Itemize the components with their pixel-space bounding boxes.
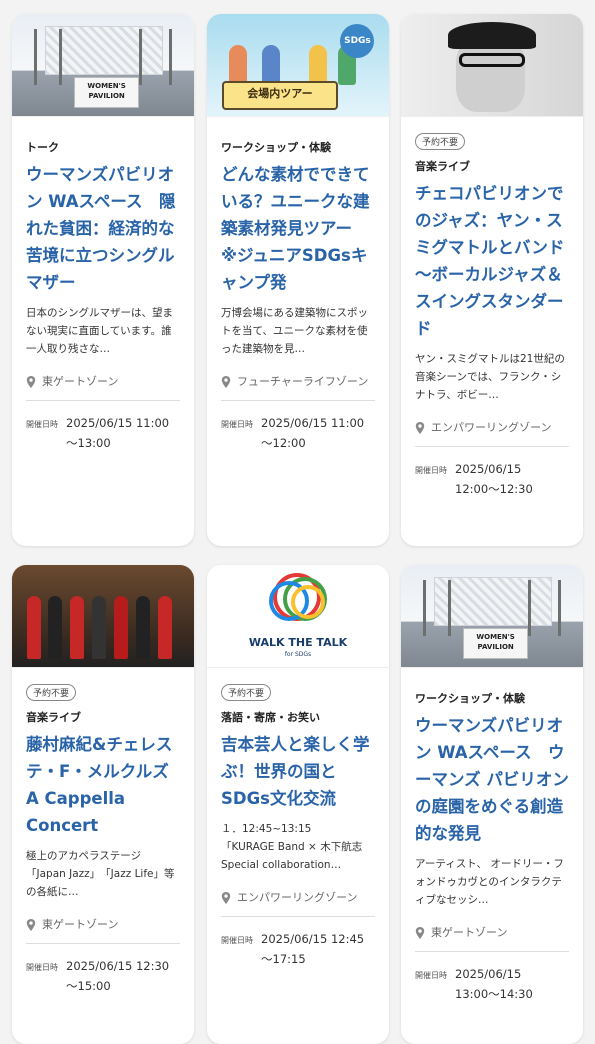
- location-pin-icon: [415, 422, 425, 434]
- datetime-label: 開催日時: [221, 936, 253, 945]
- event-card[interactable]: SDGs 会場内ツアー ワークショップ・体験 どんな素材でできている？ユニークな…: [207, 14, 389, 546]
- event-datetime: 開催日時 2025/06/15 12:45 ～17:15: [221, 917, 375, 969]
- event-location: フューチャーライフゾーン: [221, 372, 375, 401]
- event-thumbnail[interactable]: [401, 14, 583, 117]
- location-pin-icon: [26, 919, 36, 931]
- event-location: 東ゲートゾーン: [26, 372, 180, 401]
- event-thumbnail[interactable]: SDGs 会場内ツアー: [207, 14, 389, 117]
- thumb-banner: 会場内ツアー: [221, 81, 339, 110]
- event-description: ヤン・スミグマトルは21世紀の音楽シーンでは、フランク・シナトラ、ボビー…: [415, 353, 565, 401]
- location-pin-icon: [221, 892, 231, 904]
- event-title[interactable]: ウーマンズパビリオン WAスペース ウーマンズ パビリオンの庭園をめぐる創造的な…: [415, 712, 569, 847]
- event-thumbnail[interactable]: WALK THE TALK for SDGs: [207, 565, 389, 668]
- event-category: トーク: [26, 141, 59, 154]
- event-card[interactable]: WOMEN'S PAVILION ワークショップ・体験 ウーマンズパビリオン W…: [401, 565, 583, 1044]
- datetime-value: 2025/06/15 12:45 ～17:15: [261, 932, 365, 966]
- event-location: エンパワーリングゾーン: [221, 888, 375, 917]
- datetime-label: 開催日時: [221, 420, 253, 429]
- no-reservation-badge: 予約不要: [415, 133, 466, 150]
- datetime-label: 開催日時: [26, 963, 58, 972]
- event-datetime: 開催日時 2025/06/15 13:00～14:30: [415, 952, 569, 1004]
- datetime-value: 2025/06/15 12:00～12:30: [455, 462, 533, 496]
- event-location: 東ゲートゾーン: [26, 915, 180, 944]
- event-category: ワークショップ・体験: [221, 141, 331, 154]
- datetime-value: 2025/06/15 11:00 ～13:00: [66, 416, 170, 450]
- datetime-value: 2025/06/15 12:30 ～15:00: [66, 959, 170, 993]
- location-pin-icon: [415, 927, 425, 939]
- no-reservation-badge: 予約不要: [221, 684, 272, 701]
- pavilion-sign: WOMEN'S PAVILION: [462, 628, 529, 659]
- location-label: 東ゲートゾーン: [42, 918, 119, 931]
- datetime-label: 開催日時: [415, 466, 447, 475]
- no-reservation-badge: 予約不要: [26, 684, 77, 701]
- event-card[interactable]: 予約不要 音楽ライブ チェコパビリオンでのジャズ：ヤン・スミグマトルとバンド～ボ…: [401, 14, 583, 546]
- datetime-value: 2025/06/15 13:00～14:30: [455, 967, 533, 1001]
- event-category: ワークショップ・体験: [415, 692, 525, 705]
- event-datetime: 開催日時 2025/06/15 12:00～12:30: [415, 447, 569, 499]
- walk-the-talk-title: WALK THE TALK: [248, 636, 348, 650]
- location-label: 東ゲートゾーン: [431, 926, 508, 939]
- event-datetime: 開催日時 2025/06/15 11:00 ～13:00: [26, 401, 180, 453]
- event-title[interactable]: 藤村麻紀&チェレステ・F・メルクルズ A Cappella Concert: [26, 731, 180, 839]
- event-title[interactable]: どんな素材でできている？ユニークな建築素材発見ツアー ※ジュニアSDGsキャンプ…: [221, 161, 375, 296]
- walk-the-talk-sub: for SDGs: [284, 650, 312, 658]
- event-thumbnail[interactable]: WOMEN'S PAVILION: [401, 565, 583, 668]
- event-description: 万博会場にある建築物にスポットを当て、ユニークな素材を使った建築物を見…: [221, 307, 368, 355]
- event-title[interactable]: チェコパビリオンでのジャズ：ヤン・スミグマトルとバンド～ボーカルジャズ＆スイング…: [415, 180, 569, 342]
- event-location: 東ゲートゾーン: [415, 923, 569, 952]
- event-description: １．12:45~13:15 「KURAGE Band × 木下航志 Specia…: [221, 823, 363, 871]
- event-datetime: 開催日時 2025/06/15 12:30 ～15:00: [26, 944, 180, 996]
- event-category: 音楽ライブ: [26, 711, 81, 724]
- location-pin-icon: [221, 376, 231, 388]
- event-title[interactable]: ウーマンズパビリオン WAスペース 隠れた貧困：経済的な苦境に立つシングルマザー: [26, 161, 180, 296]
- location-pin-icon: [26, 376, 36, 388]
- event-category: 音楽ライブ: [415, 160, 470, 173]
- location-label: フューチャーライフゾーン: [237, 375, 369, 388]
- event-card[interactable]: WOMEN'S PAVILION トーク ウーマンズパビリオン WAスペース 隠…: [12, 14, 194, 546]
- event-description: アーティスト、 オードリー・フォンドゥカヴとのインタラクティブなセッシ…: [415, 858, 564, 906]
- event-thumbnail[interactable]: WOMEN'S PAVILION: [12, 14, 194, 117]
- event-category: 落語・寄席・お笑い: [221, 711, 320, 724]
- event-card[interactable]: WALK THE TALK for SDGs 予約不要 落語・寄席・お笑い 吉本…: [207, 565, 389, 1044]
- location-label: エンパワーリングゾーン: [431, 421, 552, 434]
- datetime-value: 2025/06/15 11:00 ～12:00: [261, 416, 365, 450]
- event-thumbnail[interactable]: [12, 565, 194, 668]
- event-title[interactable]: 吉本芸人と楽しく学ぶ！世界の国とSDGs文化交流: [221, 731, 375, 812]
- event-description: 極上のアカペラステージ 「Japan Jazz」 「Jazz Life」等の各紙…: [26, 850, 184, 898]
- datetime-label: 開催日時: [415, 971, 447, 980]
- location-label: 東ゲートゾーン: [42, 375, 119, 388]
- pavilion-sign: WOMEN'S PAVILION: [73, 77, 140, 108]
- event-location: エンパワーリングゾーン: [415, 418, 569, 447]
- event-card[interactable]: 予約不要 音楽ライブ 藤村麻紀&チェレステ・F・メルクルズ A Cappella…: [12, 565, 194, 1044]
- event-description: 日本のシングルマザーは、望まない現実に直面しています。誰一人取り残さな…: [26, 307, 173, 355]
- event-grid: WOMEN'S PAVILION トーク ウーマンズパビリオン WAスペース 隠…: [0, 0, 595, 1044]
- location-label: エンパワーリングゾーン: [237, 891, 358, 904]
- datetime-label: 開催日時: [26, 420, 58, 429]
- event-datetime: 開催日時 2025/06/15 11:00 ～12:00: [221, 401, 375, 453]
